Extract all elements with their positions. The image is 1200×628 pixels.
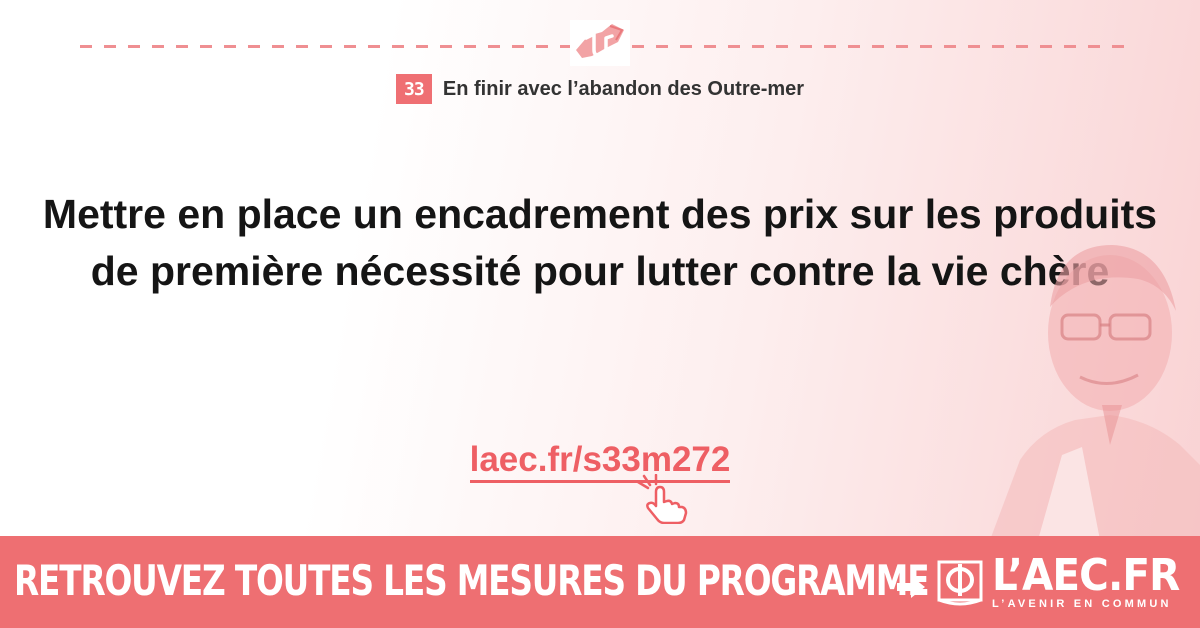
cta-text[interactable]: RETROUVEZ TOUTES LES MESURES DU PROGRAMM…: [14, 556, 930, 605]
chapter-heading: 33 En finir avec l’abandon des Outre-mer: [0, 74, 1200, 104]
social-card: 33 En finir avec l’abandon des Outre-mer…: [0, 0, 1200, 628]
logo-wordmark[interactable]: L’AEC.FR: [992, 552, 1180, 600]
logo-tagline: L’AVENIR EN COMMUN: [992, 598, 1172, 610]
handshake-icon: [576, 24, 624, 58]
arrow-right-icon: [897, 576, 925, 598]
measure-link-wrap: laec.fr/s33m272: [0, 440, 1200, 483]
hand-pointer-icon: [636, 474, 688, 524]
chapter-number-badge: 33: [395, 74, 432, 104]
portrait-illustration: [990, 245, 1200, 540]
phi-book-logo: [937, 560, 983, 606]
chapter-title: En finir avec l’abandon des Outre-mer: [442, 77, 805, 100]
handshake-badge: [570, 20, 630, 66]
measure-link[interactable]: laec.fr/s33m272: [469, 440, 731, 483]
